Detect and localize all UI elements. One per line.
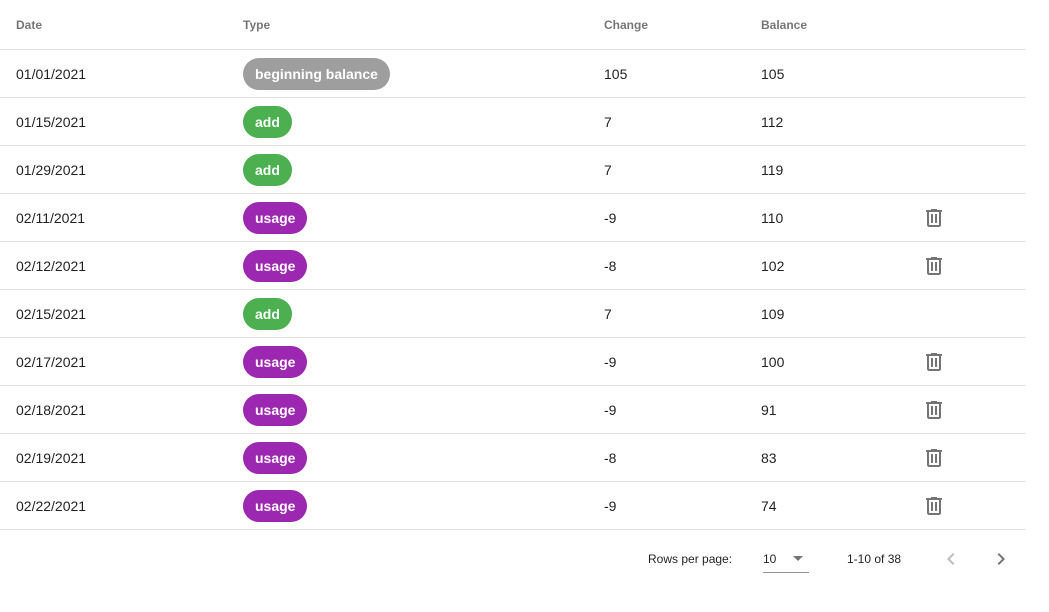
pagination-range: 1-10 of 38 bbox=[847, 552, 902, 566]
table-row: 01/01/2021 beginning balance 105 105 bbox=[0, 50, 1026, 98]
column-header-change[interactable]: Change bbox=[604, 0, 648, 49]
table-row: 02/18/2021 usage -9 91 bbox=[0, 386, 1026, 434]
balance-cell: 102 bbox=[761, 257, 785, 274]
change-cell: -8 bbox=[604, 257, 617, 274]
type-cell: usage bbox=[243, 386, 308, 433]
rows-per-page-select[interactable]: 10 bbox=[763, 545, 809, 573]
delete-button[interactable] bbox=[920, 492, 948, 520]
change-cell: -9 bbox=[604, 353, 617, 370]
change-cell: -9 bbox=[604, 401, 617, 418]
trash-icon bbox=[926, 256, 942, 275]
change-cell: -9 bbox=[604, 209, 617, 226]
table-header-row: Date Type Change Balance bbox=[0, 0, 1026, 50]
action-cell bbox=[920, 482, 948, 529]
table-row: 01/15/2021 add 7 112 bbox=[0, 98, 1026, 146]
type-chip: usage bbox=[243, 249, 308, 282]
date-cell: 02/22/2021 bbox=[16, 497, 87, 514]
rows-per-page-label: Rows per page: bbox=[648, 552, 733, 566]
table-row: 01/29/2021 add 7 119 bbox=[0, 146, 1026, 194]
caret-down-icon bbox=[793, 556, 803, 561]
type-cell: usage bbox=[243, 242, 308, 289]
type-cell: add bbox=[243, 98, 292, 145]
trash-icon bbox=[926, 496, 942, 515]
type-cell: usage bbox=[243, 194, 308, 241]
type-cell: usage bbox=[243, 338, 308, 385]
chevron-right-icon bbox=[997, 553, 1005, 565]
delete-button[interactable] bbox=[920, 204, 948, 232]
date-cell: 01/15/2021 bbox=[16, 113, 87, 130]
type-chip: add bbox=[243, 297, 292, 330]
previous-page-button[interactable] bbox=[937, 545, 965, 573]
type-cell: usage bbox=[243, 482, 308, 529]
rows-per-page-value: 10 bbox=[763, 551, 777, 566]
balance-cell: 91 bbox=[761, 401, 777, 418]
date-cell: 02/19/2021 bbox=[16, 449, 87, 466]
table-row: 02/15/2021 add 7 109 bbox=[0, 290, 1026, 338]
balance-cell: 83 bbox=[761, 449, 777, 466]
type-cell: usage bbox=[243, 434, 308, 481]
date-cell: 02/11/2021 bbox=[16, 209, 86, 226]
change-cell: 7 bbox=[604, 161, 612, 178]
type-chip: usage bbox=[243, 345, 308, 378]
date-cell: 02/17/2021 bbox=[16, 353, 87, 370]
date-cell: 02/15/2021 bbox=[16, 305, 87, 322]
change-cell: 105 bbox=[604, 65, 628, 82]
change-cell: -9 bbox=[604, 497, 617, 514]
action-cell bbox=[920, 338, 948, 385]
delete-button[interactable] bbox=[920, 252, 948, 280]
column-header-date[interactable]: Date bbox=[16, 0, 42, 49]
change-cell: -8 bbox=[604, 449, 617, 466]
type-chip: usage bbox=[243, 393, 308, 426]
balance-cell: 109 bbox=[761, 305, 785, 322]
change-cell: 7 bbox=[604, 113, 612, 130]
table-row: 02/12/2021 usage -8 102 bbox=[0, 242, 1026, 290]
delete-button[interactable] bbox=[920, 348, 948, 376]
chevron-left-icon bbox=[947, 553, 955, 565]
delete-button[interactable] bbox=[920, 444, 948, 472]
balance-cell: 119 bbox=[761, 161, 784, 178]
balance-cell: 110 bbox=[761, 209, 784, 226]
table-row: 02/11/2021 usage -9 110 bbox=[0, 194, 1026, 242]
next-page-button[interactable] bbox=[987, 545, 1015, 573]
balance-cell: 74 bbox=[761, 497, 777, 514]
action-cell bbox=[920, 386, 948, 433]
balance-cell: 105 bbox=[761, 65, 785, 82]
trash-icon bbox=[926, 352, 942, 371]
balance-cell: 112 bbox=[761, 113, 784, 130]
balance-cell: 100 bbox=[761, 353, 785, 370]
table-row: 02/22/2021 usage -9 74 bbox=[0, 482, 1026, 530]
type-chip: add bbox=[243, 105, 292, 138]
date-cell: 02/12/2021 bbox=[16, 257, 87, 274]
table-row: 02/19/2021 usage -8 83 bbox=[0, 434, 1026, 482]
type-cell: beginning balance bbox=[243, 50, 390, 97]
trash-icon bbox=[926, 400, 942, 419]
trash-icon bbox=[926, 448, 942, 467]
transactions-table: Date Type Change Balance 01/01/2021 begin… bbox=[0, 0, 1026, 530]
type-chip: add bbox=[243, 153, 292, 186]
type-chip: usage bbox=[243, 441, 308, 474]
trash-icon bbox=[926, 208, 942, 227]
date-cell: 01/29/2021 bbox=[16, 161, 87, 178]
column-header-type[interactable]: Type bbox=[243, 0, 270, 49]
delete-button[interactable] bbox=[920, 396, 948, 424]
table-pagination: Rows per page: 10 1-10 of 38 bbox=[0, 531, 1026, 587]
type-chip: usage bbox=[243, 489, 308, 522]
type-chip: usage bbox=[243, 201, 308, 234]
change-cell: 7 bbox=[604, 305, 612, 322]
date-cell: 02/18/2021 bbox=[16, 401, 87, 418]
date-cell: 01/01/2021 bbox=[16, 65, 87, 82]
table-body: 01/01/2021 beginning balance 105 105 01/15/2… bbox=[0, 50, 1026, 530]
type-cell: add bbox=[243, 146, 292, 193]
column-header-balance[interactable]: Balance bbox=[761, 0, 807, 49]
action-cell bbox=[920, 194, 948, 241]
action-cell bbox=[920, 434, 948, 481]
type-chip: beginning balance bbox=[243, 57, 390, 90]
type-cell: add bbox=[243, 290, 292, 337]
action-cell bbox=[920, 242, 948, 289]
table-row: 02/17/2021 usage -9 100 bbox=[0, 338, 1026, 386]
